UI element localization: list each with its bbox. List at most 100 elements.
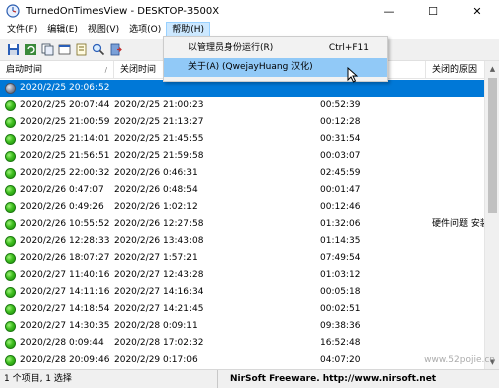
menu-item-label: 以管理员身份运行(R) bbox=[188, 43, 274, 53]
status-nirsoft-link[interactable]: NirSoft Freeware. http://www.nirsoft.net bbox=[218, 374, 436, 384]
cell-duration: 00:31:54 bbox=[320, 134, 361, 144]
properties-icon[interactable] bbox=[74, 43, 88, 57]
completed-status-icon bbox=[5, 117, 16, 128]
column-header-start-time[interactable]: 启动时间 / bbox=[0, 61, 114, 79]
html-report-icon[interactable] bbox=[57, 43, 71, 57]
cell-start-time: 2020/2/26 10:55:52 bbox=[20, 219, 110, 229]
cell-start-time: 2020/2/26 18:07:27 bbox=[20, 253, 110, 263]
completed-status-icon bbox=[5, 287, 16, 298]
cell-shutdown-reason: 硬件问题 安装 bbox=[432, 219, 489, 229]
cell-shutdown-time: 2020/2/26 1:02:12 bbox=[114, 202, 198, 212]
cell-shutdown-time: 2020/2/26 0:46:31 bbox=[114, 168, 198, 178]
cell-shutdown-reason bbox=[432, 284, 492, 301]
cell-shutdown-time bbox=[114, 80, 314, 97]
menu-item-shortcut: Ctrl+F11 bbox=[328, 43, 369, 53]
table-row[interactable]: 2020/2/28 20:09:46 2020/2/29 0:17:06 04:07… bbox=[0, 352, 484, 369]
cell-shutdown-time: 2020/2/29 0:17:06 bbox=[114, 355, 198, 365]
menu-options[interactable]: 选项(O) bbox=[124, 22, 166, 39]
cell-shutdown-time: 2020/2/25 21:13:27 bbox=[114, 117, 204, 127]
cell-duration: 00:01:47 bbox=[320, 185, 361, 195]
table-row[interactable]: 2020/2/25 21:00:59 2020/2/25 21:13:27 00:1… bbox=[0, 114, 484, 131]
cell-shutdown-reason bbox=[432, 97, 492, 114]
cell-shutdown-reason bbox=[432, 182, 492, 199]
menu-item-run-as-admin[interactable]: 以管理员身份运行(R) Ctrl+F11 bbox=[164, 39, 387, 58]
table-row[interactable]: 2020/2/27 14:30:35 2020/2/28 0:09:11 09:38… bbox=[0, 318, 484, 335]
table-row[interactable]: 2020/2/25 22:00:32 2020/2/26 0:46:31 02:45… bbox=[0, 165, 484, 182]
completed-status-icon bbox=[5, 219, 16, 230]
scroll-thumb[interactable] bbox=[488, 78, 497, 213]
cell-duration bbox=[320, 80, 420, 97]
column-header-shutdown-reason[interactable]: 关闭的原因 bbox=[426, 61, 484, 79]
cell-shutdown-time: 2020/2/25 21:45:55 bbox=[114, 134, 204, 144]
completed-status-icon bbox=[5, 185, 16, 196]
watermark: www.52pojie.cn bbox=[424, 355, 495, 365]
table-row[interactable]: 2020/2/27 11:40:16 2020/2/27 12:43:28 01:0… bbox=[0, 267, 484, 284]
completed-status-icon bbox=[5, 168, 16, 179]
refresh-icon[interactable] bbox=[23, 43, 37, 57]
cell-start-time: 2020/2/27 14:30:35 bbox=[20, 321, 110, 331]
close-button[interactable]: ✕ bbox=[455, 0, 499, 22]
table-row[interactable]: 2020/2/25 21:14:01 2020/2/25 21:45:55 00:3… bbox=[0, 131, 484, 148]
completed-status-icon bbox=[5, 355, 16, 366]
table-row[interactable]: 2020/2/25 20:06:52 bbox=[0, 80, 484, 97]
menu-view[interactable]: 视图(V) bbox=[83, 22, 124, 39]
cell-shutdown-time: 2020/2/27 1:57:21 bbox=[114, 253, 198, 263]
cell-start-time: 2020/2/26 12:28:33 bbox=[20, 236, 110, 246]
cell-duration: 01:14:35 bbox=[320, 236, 361, 246]
completed-status-icon bbox=[5, 338, 16, 349]
cell-duration: 00:12:46 bbox=[320, 202, 361, 212]
save-icon[interactable] bbox=[6, 43, 20, 57]
status-item-count: 1 个项目, 1 选择 bbox=[0, 369, 218, 388]
cell-start-time: 2020/2/26 0:47:07 bbox=[20, 185, 104, 195]
table-row[interactable]: 2020/2/26 18:07:27 2020/2/27 1:57:21 07:49… bbox=[0, 250, 484, 267]
mouse-pointer-icon bbox=[347, 66, 359, 86]
cell-duration: 09:38:36 bbox=[320, 321, 361, 331]
cell-shutdown-reason bbox=[432, 335, 492, 352]
exit-icon[interactable] bbox=[108, 43, 122, 57]
completed-status-icon bbox=[5, 321, 16, 332]
sort-up-icon: / bbox=[104, 66, 107, 74]
cell-shutdown-reason bbox=[432, 318, 492, 335]
maximize-button[interactable]: ☐ bbox=[411, 0, 455, 22]
table-row[interactable]: 2020/2/25 20:07:44 2020/2/25 21:00:23 00:5… bbox=[0, 97, 484, 114]
cell-start-time: 2020/2/27 14:18:54 bbox=[20, 304, 110, 314]
cell-start-time: 2020/2/27 14:11:16 bbox=[20, 287, 110, 297]
scroll-up-icon[interactable]: ▲ bbox=[485, 61, 499, 76]
vertical-scrollbar[interactable]: ▲ ▼ bbox=[484, 61, 499, 369]
menu-file[interactable]: 文件(F) bbox=[2, 22, 42, 39]
find-icon[interactable] bbox=[91, 43, 105, 57]
cell-start-time: 2020/2/28 20:09:46 bbox=[20, 355, 110, 365]
cell-shutdown-reason bbox=[432, 148, 492, 165]
boot-times-list[interactable]: 启动时间 / 关闭时间 关闭的原因 2020/2/25 20:06:52 2020… bbox=[0, 61, 499, 369]
cell-shutdown-time: 2020/2/26 12:27:58 bbox=[114, 219, 204, 229]
cell-shutdown-time: 2020/2/25 21:59:58 bbox=[114, 151, 204, 161]
cell-start-time: 2020/2/25 22:00:32 bbox=[20, 168, 110, 178]
cell-shutdown-time: 2020/2/26 13:43:08 bbox=[114, 236, 204, 246]
running-status-icon bbox=[5, 83, 16, 94]
copy-icon[interactable] bbox=[40, 43, 54, 57]
table-row[interactable]: 2020/2/28 0:09:44 2020/2/28 17:02:32 16:52… bbox=[0, 335, 484, 352]
title-bar[interactable]: TurnedOnTimesView - DESKTOP-3500X — ☐ ✕ bbox=[0, 0, 499, 22]
table-row[interactable]: 2020/2/25 21:56:51 2020/2/25 21:59:58 00:0… bbox=[0, 148, 484, 165]
cell-duration: 00:52:39 bbox=[320, 100, 361, 110]
window-title: TurnedOnTimesView - DESKTOP-3500X bbox=[26, 5, 220, 17]
cell-shutdown-reason bbox=[432, 80, 492, 97]
table-row[interactable]: 2020/2/27 14:11:16 2020/2/27 14:16:34 00:0… bbox=[0, 284, 484, 301]
cell-duration: 04:07:20 bbox=[320, 355, 361, 365]
cell-duration: 00:02:51 bbox=[320, 304, 361, 314]
cell-shutdown-reason bbox=[432, 165, 492, 182]
table-row[interactable]: 2020/2/26 10:55:52 2020/2/26 12:27:58 01:3… bbox=[0, 216, 489, 233]
cell-shutdown-time: 2020/2/28 0:09:11 bbox=[114, 321, 198, 331]
cell-shutdown-reason bbox=[432, 233, 492, 250]
minimize-button[interactable]: — bbox=[367, 0, 411, 22]
table-row[interactable]: 2020/2/26 0:47:07 2020/2/26 0:48:54 00:01:… bbox=[0, 182, 484, 199]
completed-status-icon bbox=[5, 151, 16, 162]
table-row[interactable]: 2020/2/26 0:49:26 2020/2/26 1:02:12 00:12:… bbox=[0, 199, 484, 216]
menu-item-label: 关于(A) (QwejayHuang 汉化) bbox=[188, 62, 313, 72]
menu-edit[interactable]: 编辑(E) bbox=[42, 22, 83, 39]
cell-start-time: 2020/2/26 0:49:26 bbox=[20, 202, 104, 212]
table-row[interactable]: 2020/2/27 14:18:54 2020/2/27 14:21:45 00:0… bbox=[0, 301, 484, 318]
table-row[interactable]: 2020/2/26 12:28:33 2020/2/26 13:43:08 01:1… bbox=[0, 233, 484, 250]
cell-duration: 16:52:48 bbox=[320, 338, 361, 348]
cell-duration: 01:32:06 bbox=[320, 219, 361, 229]
